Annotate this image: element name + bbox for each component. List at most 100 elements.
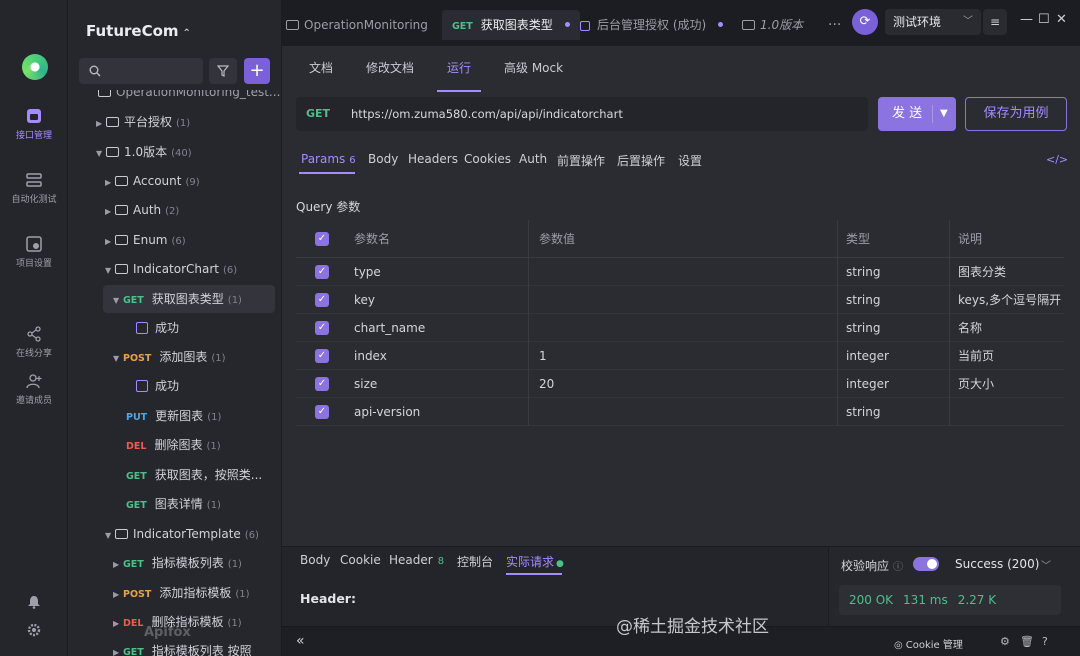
row-checkbox[interactable]: ✓ xyxy=(315,321,329,335)
tab-operationmonitoring[interactable]: OperationMonitoring xyxy=(286,10,428,40)
param-type[interactable]: string xyxy=(846,286,880,314)
tree-endpoint-add-chart[interactable]: ▼ POST 添加图表 (1) xyxy=(68,343,281,371)
tree-folder-account[interactable]: ▶ Account (9) xyxy=(68,167,281,195)
hamburger-menu-icon[interactable]: ≡ xyxy=(983,9,1007,35)
cookie-manager-button[interactable]: ◎ Cookie 管理 xyxy=(894,636,963,651)
settings-icon[interactable]: ⚙ xyxy=(1000,635,1010,648)
param-type[interactable]: string xyxy=(846,314,880,342)
tab-pre-operation[interactable]: 前置操作 xyxy=(557,152,605,169)
tab-response-body[interactable]: Body xyxy=(300,553,330,567)
notification-bell-icon[interactable] xyxy=(27,595,41,609)
row-checkbox[interactable]: ✓ xyxy=(315,405,329,419)
param-type[interactable]: integer xyxy=(846,342,889,370)
tree-row-count: (40) xyxy=(171,148,192,159)
param-name[interactable]: type xyxy=(354,258,381,286)
tree-folder-indicatortemplate[interactable]: ▼ IndicatorTemplate (6) xyxy=(68,520,281,548)
tree-endpoint-delete-chart[interactable]: DEL 删除图表 (1) xyxy=(68,431,281,459)
param-type[interactable]: integer xyxy=(846,370,889,398)
rail-online-share[interactable]: 在线分享 xyxy=(0,326,68,359)
help-circle-icon[interactable]: ⓘ xyxy=(893,562,903,573)
environment-select[interactable]: 测试环境 ﹀ xyxy=(885,9,981,35)
collapse-sidebar-button[interactable]: « xyxy=(296,633,305,649)
tab-v1[interactable]: 1.0版本 xyxy=(742,10,803,40)
project-switcher[interactable]: FutureCom ⌃ xyxy=(86,22,191,40)
param-name[interactable]: key xyxy=(354,286,375,314)
tree-search-input[interactable] xyxy=(79,58,203,84)
tab-response-header[interactable]: Header 8 xyxy=(389,553,444,567)
chevron-right-icon: ▶ xyxy=(96,119,103,128)
add-button[interactable]: + xyxy=(244,58,270,84)
close-icon[interactable]: ✕ xyxy=(1056,12,1067,27)
tab-get-chart-type[interactable]: GET 获取图表类型 xyxy=(442,10,580,40)
param-name[interactable]: index xyxy=(354,342,387,370)
tree-endpoint-template-list[interactable]: ▶ GET 指标模板列表 (1) xyxy=(68,549,281,577)
minimize-icon[interactable]: — xyxy=(1020,12,1033,27)
trash-icon[interactable]: 🗑 xyxy=(1020,635,1034,648)
row-checkbox[interactable]: ✓ xyxy=(315,377,329,391)
param-desc[interactable]: 图表分类 xyxy=(958,258,1064,286)
tab-edit-docs[interactable]: 修改文档 xyxy=(366,59,414,76)
param-desc[interactable]: 当前页 xyxy=(958,342,1064,370)
tree-endpoint-update-chart[interactable]: PUT 更新图表 (1) xyxy=(68,402,281,430)
param-desc[interactable]: 页大小 xyxy=(958,370,1064,398)
row-checkbox[interactable]: ✓ xyxy=(315,265,329,279)
tree-case-success[interactable]: 成功 xyxy=(68,372,281,400)
tab-cookies[interactable]: Cookies xyxy=(464,152,511,166)
url-input[interactable]: GET https://om.zuma580.com/api/api/indic… xyxy=(296,97,868,131)
tab-console[interactable]: 控制台 xyxy=(457,553,493,570)
param-desc[interactable]: keys,多个逗号隔开 xyxy=(958,286,1064,314)
help-icon[interactable]: ? xyxy=(1042,635,1048,648)
gear-icon[interactable] xyxy=(27,623,41,637)
maximize-icon[interactable]: ☐ xyxy=(1038,12,1050,27)
response-spec-select[interactable]: Success (200) xyxy=(955,557,1039,571)
chevron-down-icon[interactable]: ▼ xyxy=(940,97,948,131)
tree-folder-v1[interactable]: ▼ 1.0版本 (40) xyxy=(68,138,281,166)
tab-body[interactable]: Body xyxy=(368,152,398,166)
tree-case-success[interactable]: 成功 xyxy=(68,314,281,342)
tab-run[interactable]: 运行 xyxy=(447,59,471,76)
tree-row-count: (1) xyxy=(206,441,221,452)
tree-folder-auth[interactable]: ▶ Auth (2) xyxy=(68,196,281,224)
method-select[interactable]: GET xyxy=(306,107,330,120)
param-type[interactable]: string xyxy=(846,258,880,286)
send-button[interactable]: 发 送 ▼ xyxy=(878,97,956,131)
tree-folder-platform-auth[interactable]: ▶ 平台授权 (1) xyxy=(68,108,281,136)
rail-project-settings[interactable]: 项目设置 xyxy=(0,236,68,269)
tab-docs[interactable]: 文档 xyxy=(309,59,333,76)
param-value[interactable]: 1 xyxy=(539,342,547,370)
rail-api-management[interactable]: 接口管理 xyxy=(0,108,68,141)
row-checkbox[interactable]: ✓ xyxy=(315,293,329,307)
tab-headers[interactable]: Headers xyxy=(408,152,458,166)
tab-params[interactable]: Params 6 xyxy=(301,152,356,166)
tab-auth[interactable]: Auth xyxy=(519,152,547,166)
tree-endpoint-add-template[interactable]: ▶ POST 添加指标模板 (1) xyxy=(68,579,281,607)
tab-actual-request[interactable]: 实际请求 ● xyxy=(506,553,564,570)
param-name[interactable]: api-version xyxy=(354,398,420,426)
param-desc[interactable]: 名称 xyxy=(958,314,1064,342)
code-icon[interactable]: </> xyxy=(1046,153,1068,166)
tree-endpoint-get-chart-type[interactable]: ▼ GET 获取图表类型 (1) xyxy=(103,285,275,313)
chevron-down-icon[interactable]: ﹀ xyxy=(1041,557,1051,572)
param-type[interactable]: string xyxy=(846,398,880,426)
save-as-case-button[interactable]: 保存为用例 xyxy=(965,97,1067,131)
tree-endpoint-chart-detail[interactable]: GET 图表详情 (1) xyxy=(68,490,281,518)
validate-toggle[interactable] xyxy=(913,557,939,571)
param-name[interactable]: size xyxy=(354,370,377,398)
select-all-checkbox[interactable]: ✓ xyxy=(315,232,329,246)
tab-response-cookie[interactable]: Cookie xyxy=(340,553,381,567)
sync-icon[interactable]: ⟳ xyxy=(852,9,878,35)
filter-button[interactable] xyxy=(209,58,237,84)
tab-advanced-mock[interactable]: 高级 Mock xyxy=(504,59,563,76)
tab-settings[interactable]: 设置 xyxy=(678,152,702,169)
tree-folder-enum[interactable]: ▶ Enum (6) xyxy=(68,226,281,254)
tab-admin-auth[interactable]: 后台管理授权 (成功) xyxy=(580,10,724,40)
rail-invite-member[interactable]: 邀请成员 xyxy=(0,373,68,406)
tab-post-operation[interactable]: 后置操作 xyxy=(617,152,665,169)
more-tabs-button[interactable]: ··· xyxy=(828,10,841,40)
row-checkbox[interactable]: ✓ xyxy=(315,349,329,363)
rail-automation-test[interactable]: 自动化测试 xyxy=(0,172,68,205)
param-value[interactable]: 20 xyxy=(539,370,554,398)
tree-endpoint-get-chart-by[interactable]: GET 获取图表，按照类... xyxy=(68,461,281,489)
tree-folder-indicatorchart[interactable]: ▼ IndicatorChart (6) xyxy=(68,255,281,283)
param-name[interactable]: chart_name xyxy=(354,314,425,342)
